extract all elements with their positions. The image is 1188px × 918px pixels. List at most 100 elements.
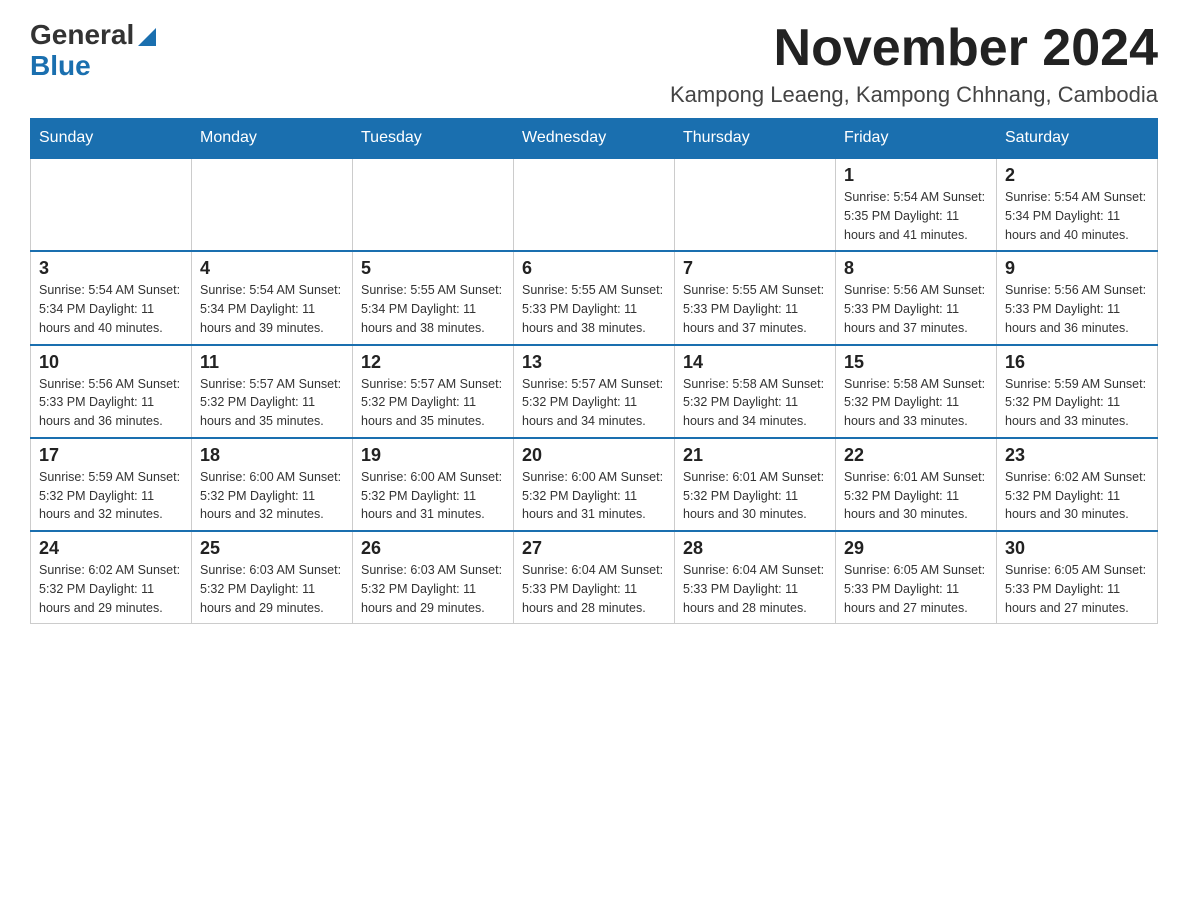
- day-info: Sunrise: 5:54 AM Sunset: 5:35 PM Dayligh…: [844, 188, 988, 244]
- day-info: Sunrise: 5:56 AM Sunset: 5:33 PM Dayligh…: [1005, 281, 1149, 337]
- day-info: Sunrise: 6:01 AM Sunset: 5:32 PM Dayligh…: [844, 468, 988, 524]
- day-number: 2: [1005, 165, 1149, 186]
- table-row: 11Sunrise: 5:57 AM Sunset: 5:32 PM Dayli…: [192, 345, 353, 438]
- day-number: 12: [361, 352, 505, 373]
- day-info: Sunrise: 6:00 AM Sunset: 5:32 PM Dayligh…: [522, 468, 666, 524]
- table-row: 26Sunrise: 6:03 AM Sunset: 5:32 PM Dayli…: [353, 531, 514, 624]
- day-info: Sunrise: 6:00 AM Sunset: 5:32 PM Dayligh…: [361, 468, 505, 524]
- day-number: 30: [1005, 538, 1149, 559]
- table-row: 10Sunrise: 5:56 AM Sunset: 5:33 PM Dayli…: [31, 345, 192, 438]
- day-info: Sunrise: 5:57 AM Sunset: 5:32 PM Dayligh…: [361, 375, 505, 431]
- day-number: 26: [361, 538, 505, 559]
- col-sunday: Sunday: [31, 119, 192, 159]
- day-number: 19: [361, 445, 505, 466]
- table-row: 17Sunrise: 5:59 AM Sunset: 5:32 PM Dayli…: [31, 438, 192, 531]
- day-number: 10: [39, 352, 183, 373]
- day-number: 9: [1005, 258, 1149, 279]
- day-info: Sunrise: 5:58 AM Sunset: 5:32 PM Dayligh…: [683, 375, 827, 431]
- day-number: 4: [200, 258, 344, 279]
- day-number: 18: [200, 445, 344, 466]
- day-number: 28: [683, 538, 827, 559]
- table-row: 2Sunrise: 5:54 AM Sunset: 5:34 PM Daylig…: [997, 158, 1158, 251]
- day-number: 16: [1005, 352, 1149, 373]
- calendar-subtitle: Kampong Leaeng, Kampong Chhnang, Cambodi…: [670, 82, 1158, 108]
- day-info: Sunrise: 6:05 AM Sunset: 5:33 PM Dayligh…: [1005, 561, 1149, 617]
- day-number: 22: [844, 445, 988, 466]
- logo-general-text: General: [30, 20, 134, 51]
- table-row: 21Sunrise: 6:01 AM Sunset: 5:32 PM Dayli…: [675, 438, 836, 531]
- table-row: 4Sunrise: 5:54 AM Sunset: 5:34 PM Daylig…: [192, 251, 353, 344]
- day-number: 11: [200, 352, 344, 373]
- logo-line1: General: [30, 20, 156, 51]
- col-monday: Monday: [192, 119, 353, 159]
- day-info: Sunrise: 5:54 AM Sunset: 5:34 PM Dayligh…: [1005, 188, 1149, 244]
- day-number: 6: [522, 258, 666, 279]
- day-number: 23: [1005, 445, 1149, 466]
- logo-blue-text: Blue: [30, 51, 156, 82]
- day-number: 5: [361, 258, 505, 279]
- day-info: Sunrise: 5:55 AM Sunset: 5:33 PM Dayligh…: [522, 281, 666, 337]
- day-number: 20: [522, 445, 666, 466]
- day-info: Sunrise: 6:01 AM Sunset: 5:32 PM Dayligh…: [683, 468, 827, 524]
- table-row: [31, 158, 192, 251]
- table-row: 7Sunrise: 5:55 AM Sunset: 5:33 PM Daylig…: [675, 251, 836, 344]
- logo: General Blue: [30, 20, 156, 82]
- day-info: Sunrise: 6:02 AM Sunset: 5:32 PM Dayligh…: [39, 561, 183, 617]
- day-number: 13: [522, 352, 666, 373]
- col-tuesday: Tuesday: [353, 119, 514, 159]
- day-number: 17: [39, 445, 183, 466]
- col-wednesday: Wednesday: [514, 119, 675, 159]
- day-info: Sunrise: 5:57 AM Sunset: 5:32 PM Dayligh…: [200, 375, 344, 431]
- table-row: 15Sunrise: 5:58 AM Sunset: 5:32 PM Dayli…: [836, 345, 997, 438]
- col-thursday: Thursday: [675, 119, 836, 159]
- calendar-week-row: 24Sunrise: 6:02 AM Sunset: 5:32 PM Dayli…: [31, 531, 1158, 624]
- table-row: 19Sunrise: 6:00 AM Sunset: 5:32 PM Dayli…: [353, 438, 514, 531]
- table-row: 12Sunrise: 5:57 AM Sunset: 5:32 PM Dayli…: [353, 345, 514, 438]
- day-info: Sunrise: 6:03 AM Sunset: 5:32 PM Dayligh…: [361, 561, 505, 617]
- day-info: Sunrise: 6:02 AM Sunset: 5:32 PM Dayligh…: [1005, 468, 1149, 524]
- calendar-header-row: Sunday Monday Tuesday Wednesday Thursday…: [31, 119, 1158, 159]
- table-row: [353, 158, 514, 251]
- table-row: 18Sunrise: 6:00 AM Sunset: 5:32 PM Dayli…: [192, 438, 353, 531]
- table-row: 8Sunrise: 5:56 AM Sunset: 5:33 PM Daylig…: [836, 251, 997, 344]
- day-info: Sunrise: 6:05 AM Sunset: 5:33 PM Dayligh…: [844, 561, 988, 617]
- day-info: Sunrise: 5:56 AM Sunset: 5:33 PM Dayligh…: [844, 281, 988, 337]
- day-info: Sunrise: 5:54 AM Sunset: 5:34 PM Dayligh…: [200, 281, 344, 337]
- table-row: [675, 158, 836, 251]
- day-number: 1: [844, 165, 988, 186]
- table-row: [192, 158, 353, 251]
- day-number: 3: [39, 258, 183, 279]
- table-row: 29Sunrise: 6:05 AM Sunset: 5:33 PM Dayli…: [836, 531, 997, 624]
- table-row: [514, 158, 675, 251]
- table-row: 27Sunrise: 6:04 AM Sunset: 5:33 PM Dayli…: [514, 531, 675, 624]
- day-number: 21: [683, 445, 827, 466]
- calendar-week-row: 1Sunrise: 5:54 AM Sunset: 5:35 PM Daylig…: [31, 158, 1158, 251]
- col-saturday: Saturday: [997, 119, 1158, 159]
- table-row: 16Sunrise: 5:59 AM Sunset: 5:32 PM Dayli…: [997, 345, 1158, 438]
- title-section: November 2024 Kampong Leaeng, Kampong Ch…: [670, 20, 1158, 108]
- day-info: Sunrise: 5:55 AM Sunset: 5:33 PM Dayligh…: [683, 281, 827, 337]
- day-info: Sunrise: 5:58 AM Sunset: 5:32 PM Dayligh…: [844, 375, 988, 431]
- day-number: 27: [522, 538, 666, 559]
- calendar-week-row: 10Sunrise: 5:56 AM Sunset: 5:33 PM Dayli…: [31, 345, 1158, 438]
- table-row: 30Sunrise: 6:05 AM Sunset: 5:33 PM Dayli…: [997, 531, 1158, 624]
- table-row: 6Sunrise: 5:55 AM Sunset: 5:33 PM Daylig…: [514, 251, 675, 344]
- table-row: 24Sunrise: 6:02 AM Sunset: 5:32 PM Dayli…: [31, 531, 192, 624]
- day-info: Sunrise: 5:54 AM Sunset: 5:34 PM Dayligh…: [39, 281, 183, 337]
- table-row: 20Sunrise: 6:00 AM Sunset: 5:32 PM Dayli…: [514, 438, 675, 531]
- logo-arrow-icon: [138, 20, 156, 51]
- day-info: Sunrise: 5:57 AM Sunset: 5:32 PM Dayligh…: [522, 375, 666, 431]
- table-row: 28Sunrise: 6:04 AM Sunset: 5:33 PM Dayli…: [675, 531, 836, 624]
- day-number: 29: [844, 538, 988, 559]
- table-row: 14Sunrise: 5:58 AM Sunset: 5:32 PM Dayli…: [675, 345, 836, 438]
- day-info: Sunrise: 5:56 AM Sunset: 5:33 PM Dayligh…: [39, 375, 183, 431]
- day-info: Sunrise: 6:03 AM Sunset: 5:32 PM Dayligh…: [200, 561, 344, 617]
- calendar-week-row: 3Sunrise: 5:54 AM Sunset: 5:34 PM Daylig…: [31, 251, 1158, 344]
- table-row: 13Sunrise: 5:57 AM Sunset: 5:32 PM Dayli…: [514, 345, 675, 438]
- day-info: Sunrise: 5:55 AM Sunset: 5:34 PM Dayligh…: [361, 281, 505, 337]
- col-friday: Friday: [836, 119, 997, 159]
- table-row: 25Sunrise: 6:03 AM Sunset: 5:32 PM Dayli…: [192, 531, 353, 624]
- day-info: Sunrise: 6:04 AM Sunset: 5:33 PM Dayligh…: [522, 561, 666, 617]
- table-row: 9Sunrise: 5:56 AM Sunset: 5:33 PM Daylig…: [997, 251, 1158, 344]
- day-info: Sunrise: 6:00 AM Sunset: 5:32 PM Dayligh…: [200, 468, 344, 524]
